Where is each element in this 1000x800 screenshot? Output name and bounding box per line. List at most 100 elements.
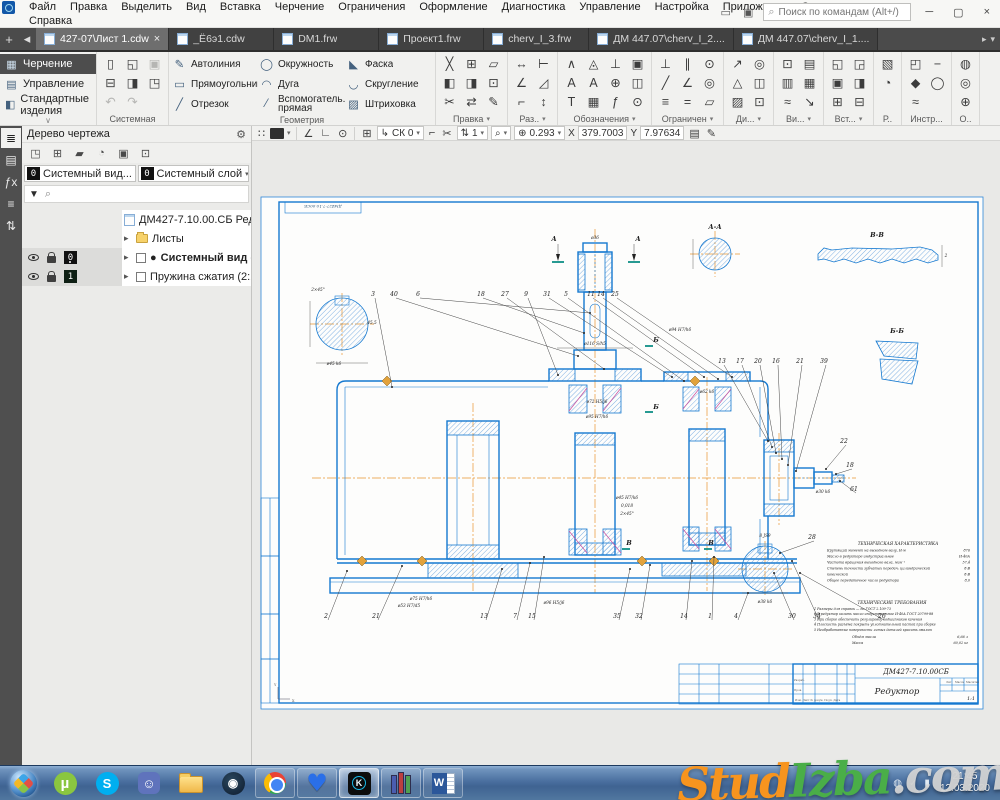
expand-arrow-icon[interactable]: ▸ xyxy=(124,252,132,263)
Обозначения-tool-icon-3-0[interactable]: ▣ xyxy=(627,54,648,73)
Ви-tool-icon-0-0[interactable]: ⊡ xyxy=(777,54,798,73)
workspace-tab-1[interactable]: ▤Управление xyxy=(0,74,96,94)
word-icon[interactable]: W xyxy=(423,768,463,798)
Правка-tool-icon-0-0[interactable]: ╳ xyxy=(439,54,460,73)
command-search[interactable]: ⌕ xyxy=(763,3,911,21)
expand-arrow-icon[interactable]: ▸ xyxy=(124,233,132,244)
Ди-tool-icon-1-2[interactable]: ⊡ xyxy=(749,92,770,111)
discord-icon[interactable]: ☺ xyxy=(129,768,169,798)
document-tab-3[interactable]: Проект1.frw xyxy=(379,28,484,50)
tool-скругление[interactable]: ◡Скругление xyxy=(346,74,432,94)
tool-окружность[interactable]: ◯Окружность xyxy=(259,54,345,74)
Р-tool-icon-0-1[interactable]: ◔ xyxy=(877,73,898,92)
app-logo-icon[interactable] xyxy=(2,1,15,14)
pen-style-icon[interactable] xyxy=(270,128,284,139)
tree-tool-icon-2[interactable]: ▰ xyxy=(70,145,89,162)
functions-icon[interactable]: ƒx xyxy=(1,172,21,192)
start-button[interactable] xyxy=(3,768,43,798)
workspace-tab-2[interactable]: ◧Стандартные изделия xyxy=(0,94,96,115)
document-tab-4[interactable]: cherv_I_3.frw xyxy=(484,28,589,50)
tray-icon-3[interactable]: ▮ xyxy=(924,778,930,789)
search-input[interactable] xyxy=(779,7,899,18)
Системная-tool-icon-2-2[interactable] xyxy=(144,92,165,111)
tree-row-3[interactable]: 1▸Пружина сжатия (2:1) xyxy=(22,267,251,286)
Ограничен-tool-icon-1-2[interactable]: = xyxy=(677,92,698,111)
snap-ortho-icon[interactable]: ∟ xyxy=(318,127,333,139)
Правка-tool-icon-0-1[interactable]: ◧ xyxy=(439,73,460,92)
menu-item-2[interactable]: Выделить xyxy=(114,1,179,13)
Вст-tool-icon-1-0[interactable]: ◲ xyxy=(849,54,870,73)
tool-дуга[interactable]: ◠Дуга xyxy=(259,74,345,94)
Правка-tool-icon-2-1[interactable]: ⊡ xyxy=(483,73,504,92)
Системная-tool-icon-0-0[interactable]: ▯ xyxy=(100,54,121,73)
Обозначения-tool-icon-3-2[interactable]: ⊙ xyxy=(627,92,648,111)
О-tool-icon-0-2[interactable]: ⊕ xyxy=(955,92,976,111)
chevron-down-icon[interactable]: ▾ xyxy=(632,115,636,123)
close-button[interactable]: × xyxy=(978,6,996,18)
minimize-button[interactable]: ─ xyxy=(919,6,939,18)
layers-icon[interactable]: ≡ xyxy=(1,194,21,214)
tab-close-icon[interactable]: × xyxy=(154,33,160,45)
Правка-tool-icon-1-1[interactable]: ◨ xyxy=(461,73,482,92)
Обозначения-tool-icon-2-0[interactable]: ⊥ xyxy=(605,54,626,73)
gear-icon[interactable]: ⚙ xyxy=(236,128,246,141)
Обозначения-tool-icon-2-2[interactable]: ƒ xyxy=(605,92,626,111)
Вст-tool-icon-1-2[interactable]: ⊟ xyxy=(849,92,870,111)
menu-item-9[interactable]: Управление xyxy=(572,1,647,13)
tree-row-2[interactable]: 0▸●Системный вид (1:1 xyxy=(22,248,251,267)
chevron-down-icon[interactable]: ▾ xyxy=(710,115,714,123)
coordinate-system-select[interactable]: ↳ СК 0 ▾ xyxy=(377,126,424,140)
Р-tool-icon-0-2[interactable] xyxy=(877,92,898,111)
parameters-icon[interactable]: ▤ xyxy=(1,150,21,170)
Инстр-tool-icon-0-0[interactable]: ◰ xyxy=(905,54,926,73)
tool-прямоугольник[interactable]: ▭Прямоугольник xyxy=(172,74,258,94)
view-selector[interactable]: 0 Системный вид... ▾ xyxy=(24,165,136,182)
layer-select[interactable]: ⇅ 1 ▾ xyxy=(457,126,488,140)
tray-icon-0[interactable]: ▴ xyxy=(881,778,886,789)
tree-filter[interactable]: ▼ ⌕ xyxy=(24,185,249,203)
Обозначения-tool-icon-2-1[interactable]: ⊕ xyxy=(605,73,626,92)
grid-icon[interactable]: ⊞ xyxy=(360,127,373,140)
Ограничен-tool-icon-0-0[interactable]: ⊥ xyxy=(655,54,676,73)
Обозначения-tool-icon-1-2[interactable]: ▦ xyxy=(583,92,604,111)
visibility-eye-icon[interactable] xyxy=(28,273,39,280)
Раз-tool-icon-1-0[interactable]: ⊢ xyxy=(533,54,554,73)
explorer-icon[interactable] xyxy=(171,768,211,798)
chevron-down-icon[interactable]: ▾ xyxy=(542,115,546,123)
document-tab-0[interactable]: 427-07\Лист 1.cdw× xyxy=(36,28,169,50)
Системная-tool-icon-0-1[interactable]: ⊟ xyxy=(100,73,121,92)
tool-фаска[interactable]: ◣Фаска xyxy=(346,54,432,74)
workspace-tab-0[interactable]: ▦Черчение xyxy=(0,54,96,74)
ortho-mode-icon[interactable]: ⌐ xyxy=(427,127,437,139)
visibility-eye-icon[interactable] xyxy=(28,254,39,261)
tool-автолиния[interactable]: ✎Автолиния xyxy=(172,54,258,74)
Ди-tool-icon-1-0[interactable]: ◎ xyxy=(749,54,770,73)
Правка-tool-icon-2-2[interactable]: ✎ xyxy=(483,92,504,111)
chevron-down-icon[interactable]: ▾ xyxy=(808,115,812,123)
Ди-tool-icon-0-2[interactable]: ▨ xyxy=(727,92,748,111)
Правка-tool-icon-0-2[interactable]: ✂ xyxy=(439,92,460,111)
steam-icon[interactable]: ◉ xyxy=(213,768,253,798)
history-icon[interactable]: ⇅ xyxy=(1,216,21,236)
Ограничен-tool-icon-1-1[interactable]: ∠ xyxy=(677,73,698,92)
Вст-tool-icon-0-1[interactable]: ▣ xyxy=(827,73,848,92)
Раз-tool-icon-0-1[interactable]: ∠ xyxy=(511,73,532,92)
utorrent-icon[interactable]: µ xyxy=(45,768,85,798)
tool-вспомогательпрямая[interactable]: ⁄Вспомогатель... прямая xyxy=(259,94,345,114)
x-coordinate-field[interactable]: 379.7003 xyxy=(578,126,628,140)
Правка-tool-icon-1-0[interactable]: ⊞ xyxy=(461,54,482,73)
Ди-tool-icon-0-1[interactable]: △ xyxy=(727,73,748,92)
Обозначения-tool-icon-3-1[interactable]: ◫ xyxy=(627,73,648,92)
snap-angle-icon[interactable]: ∠ xyxy=(302,127,316,140)
Правка-tool-icon-1-2[interactable]: ⇄ xyxy=(461,92,482,111)
Обозначения-tool-icon-0-0[interactable]: ∧ xyxy=(561,54,582,73)
Ви-tool-icon-1-1[interactable]: ▦ xyxy=(799,73,820,92)
menu-item-8[interactable]: Диагностика xyxy=(495,1,573,13)
Вст-tool-icon-1-1[interactable]: ◨ xyxy=(849,73,870,92)
tree-row-1[interactable]: ▸Листы xyxy=(22,229,251,248)
tree-tool-icon-0[interactable]: ◳ xyxy=(26,145,45,162)
menu-item-4[interactable]: Вставка xyxy=(213,1,268,13)
eyedropper-icon[interactable]: ✎ xyxy=(705,127,718,140)
menu-item-10[interactable]: Настройка xyxy=(648,1,716,13)
taskbar-clock[interactable]: 21:4512.03.2020 xyxy=(930,771,998,796)
